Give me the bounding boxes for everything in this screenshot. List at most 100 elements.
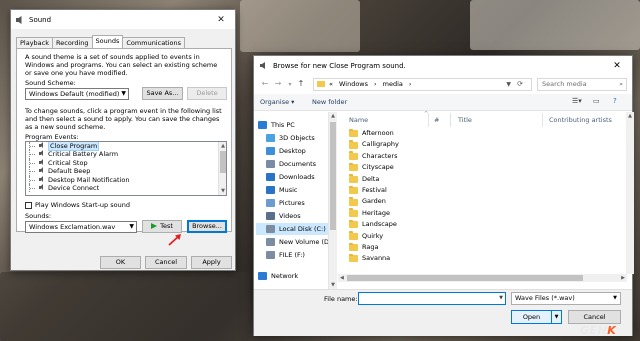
nav-item-downloads[interactable]: Downloads <box>266 171 328 183</box>
breadcrumb-windows[interactable]: Windows <box>339 79 368 90</box>
list-item[interactable]: Landscape <box>349 219 439 230</box>
apply-button[interactable]: Apply <box>191 256 232 269</box>
scroll-thumb[interactable] <box>347 275 583 281</box>
list-item[interactable]: Delta <box>349 174 439 185</box>
view-options-icon[interactable]: ☰▾ <box>572 97 582 105</box>
list-item[interactable]: Characters <box>349 151 439 162</box>
list-item[interactable]: Afternoon <box>349 128 439 139</box>
ok-button[interactable]: OK <box>100 256 141 269</box>
music-icon <box>266 186 275 194</box>
close-icon[interactable]: ✕ <box>211 15 231 25</box>
nav-item-music[interactable]: Music <box>266 184 328 196</box>
tab-recording[interactable]: Recording <box>52 37 93 48</box>
column-header-title[interactable]: Title <box>458 114 472 126</box>
nav-item-desktop[interactable]: Desktop <box>266 145 328 157</box>
delete-button[interactable]: Delete <box>187 87 227 100</box>
sound-dialog: Sound ✕ Playback Recording Sounds Commun… <box>10 9 236 271</box>
breadcrumb-separator[interactable]: › <box>374 79 377 90</box>
program-events-list[interactable]: Close Program Critical Battery Alarm Cri… <box>25 141 227 196</box>
nav-item-3d-objects[interactable]: 3D Objects <box>266 132 328 144</box>
scroll-thumb[interactable] <box>220 151 226 173</box>
search-input[interactable]: Search media ⌕ <box>537 78 627 91</box>
nav-item-documents[interactable]: Documents <box>266 158 328 170</box>
list-item[interactable]: Critical Stop <box>26 158 226 168</box>
help-icon[interactable]: ? <box>613 97 617 105</box>
close-icon[interactable]: ✕ <box>607 61 627 71</box>
scroll-down-icon[interactable]: ▼ <box>219 187 226 195</box>
open-button[interactable]: Open ▼ <box>511 310 562 324</box>
horizontal-scrollbar[interactable]: ◀ ▶ <box>338 274 627 282</box>
list-item[interactable]: Calligraphy <box>349 139 439 150</box>
chevron-down-icon[interactable]: ▼ <box>499 295 503 301</box>
column-header-name[interactable]: Name <box>349 114 368 126</box>
startup-sound-checkbox[interactable]: Play Windows Start-up sound <box>25 201 130 209</box>
breadcrumb-separator[interactable]: › <box>409 79 412 90</box>
tab-playback[interactable]: Playback <box>16 37 54 48</box>
breadcrumb-media[interactable]: media <box>383 79 403 90</box>
list-item[interactable]: Garden <box>349 196 439 207</box>
tab-sounds[interactable]: Sounds <box>91 35 124 48</box>
list-item[interactable]: Cityscape <box>349 162 439 173</box>
list-item[interactable]: Critical Battery Alarm <box>26 150 226 159</box>
nav-item-this-pc[interactable]: This PC <box>258 119 328 131</box>
browse-title: Browse for new Close Program sound. <box>273 61 406 70</box>
recent-dropdown-icon[interactable]: ▾ <box>285 81 295 88</box>
list-item[interactable]: Heritage <box>349 208 439 219</box>
list-item[interactable]: Raga <box>349 242 439 253</box>
list-item[interactable]: Default Beep <box>26 167 226 176</box>
cancel-button[interactable]: Cancel <box>145 256 187 269</box>
breadcrumb-overflow[interactable]: « <box>329 79 333 90</box>
list-item[interactable]: Close Program <box>26 142 226 151</box>
scheme-select[interactable]: Windows Default (modified) ▼ <box>25 88 129 100</box>
nav-item-new-volume[interactable]: New Volume (D: <box>266 236 328 248</box>
list-item[interactable]: Festival <box>349 185 439 196</box>
column-divider[interactable] <box>542 113 543 127</box>
folder-icon <box>349 219 358 229</box>
file-list-scrollbar[interactable]: ▲ <box>626 112 634 274</box>
checkbox-box[interactable] <box>25 201 32 209</box>
new-folder-button[interactable]: New folder <box>312 98 347 106</box>
column-divider[interactable] <box>450 113 451 127</box>
nav-item-local-disk[interactable]: Local Disk (C:) <box>256 223 328 235</box>
scroll-thumb[interactable] <box>330 122 336 230</box>
sound-select[interactable]: Windows Exclamation.wav ▼ <box>25 221 137 233</box>
preview-pane-icon[interactable]: ▭ <box>593 97 600 105</box>
events-scrollbar[interactable]: ▲ ▼ <box>218 142 226 195</box>
scroll-left-icon[interactable]: ◀ <box>340 274 344 282</box>
refresh-icon[interactable]: ⟳ <box>517 79 523 90</box>
chevron-down-icon[interactable]: ▼ <box>551 311 561 323</box>
events-label: Program Events: <box>25 133 79 141</box>
navigation-pane: This PC 3D Objects Desktop Documents Dow… <box>254 112 329 289</box>
scroll-up-icon[interactable]: ▲ <box>626 113 634 119</box>
column-divider[interactable] <box>428 113 429 127</box>
tab-communications[interactable]: Communications <box>122 37 186 48</box>
nav-item-file-drive[interactable]: FILE (F:) <box>266 249 328 261</box>
browse-button[interactable]: Browse... <box>187 220 227 233</box>
file-type-select[interactable]: Wave Files (*.wav) ▼ <box>511 292 621 305</box>
forward-icon[interactable]: → <box>273 79 283 88</box>
browse-cancel-button[interactable]: Cancel <box>568 310 621 324</box>
list-item[interactable]: Device Connect <box>26 183 226 193</box>
chevron-down-icon[interactable]: ▼ <box>506 79 511 90</box>
list-item[interactable]: Desktop Mail Notification <box>26 175 226 184</box>
sound-value: Windows Exclamation.wav <box>29 223 116 231</box>
scroll-down-icon[interactable]: ▼ <box>329 282 337 288</box>
column-header-contributing-artists[interactable]: Contributing artists <box>549 114 612 126</box>
column-header-number[interactable]: # <box>434 114 439 126</box>
nav-item-videos[interactable]: Videos <box>266 210 328 222</box>
up-icon[interactable]: ↑ <box>296 79 306 88</box>
organise-menu[interactable]: Organise ▾ <box>260 98 294 106</box>
list-item[interactable]: Quirky <box>349 231 439 242</box>
file-name-input[interactable]: ▼ <box>358 292 506 305</box>
browse-titlebar: Browse for new Close Program sound. ✕ <box>254 56 632 75</box>
scroll-right-icon[interactable]: ▶ <box>621 274 625 282</box>
scroll-up-icon[interactable]: ▲ <box>329 113 337 119</box>
list-item[interactable]: Savanna <box>349 253 439 264</box>
nav-item-pictures[interactable]: Pictures <box>266 197 328 209</box>
back-icon[interactable]: ← <box>260 79 270 88</box>
save-as-button[interactable]: Save As... <box>142 87 183 100</box>
scroll-up-icon[interactable]: ▲ <box>219 142 226 150</box>
nav-item-network[interactable]: Network <box>258 270 328 282</box>
address-bar[interactable]: « Windows › media › ▼ ⟳ <box>313 78 532 91</box>
nav-scrollbar[interactable]: ▲ ▼ <box>329 112 337 289</box>
